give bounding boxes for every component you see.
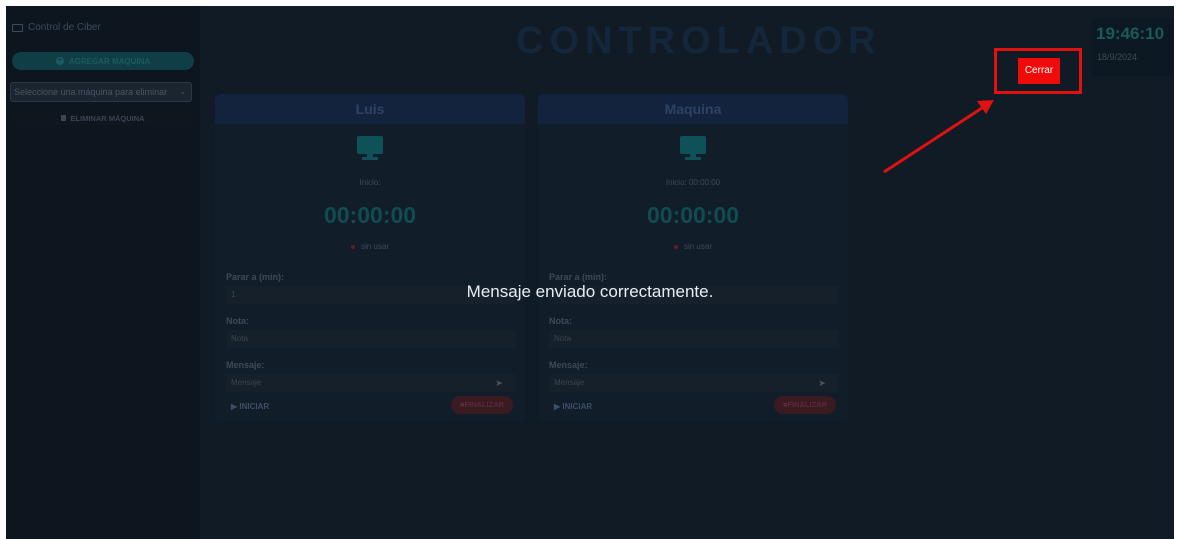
annotation-arrow [883,100,994,174]
